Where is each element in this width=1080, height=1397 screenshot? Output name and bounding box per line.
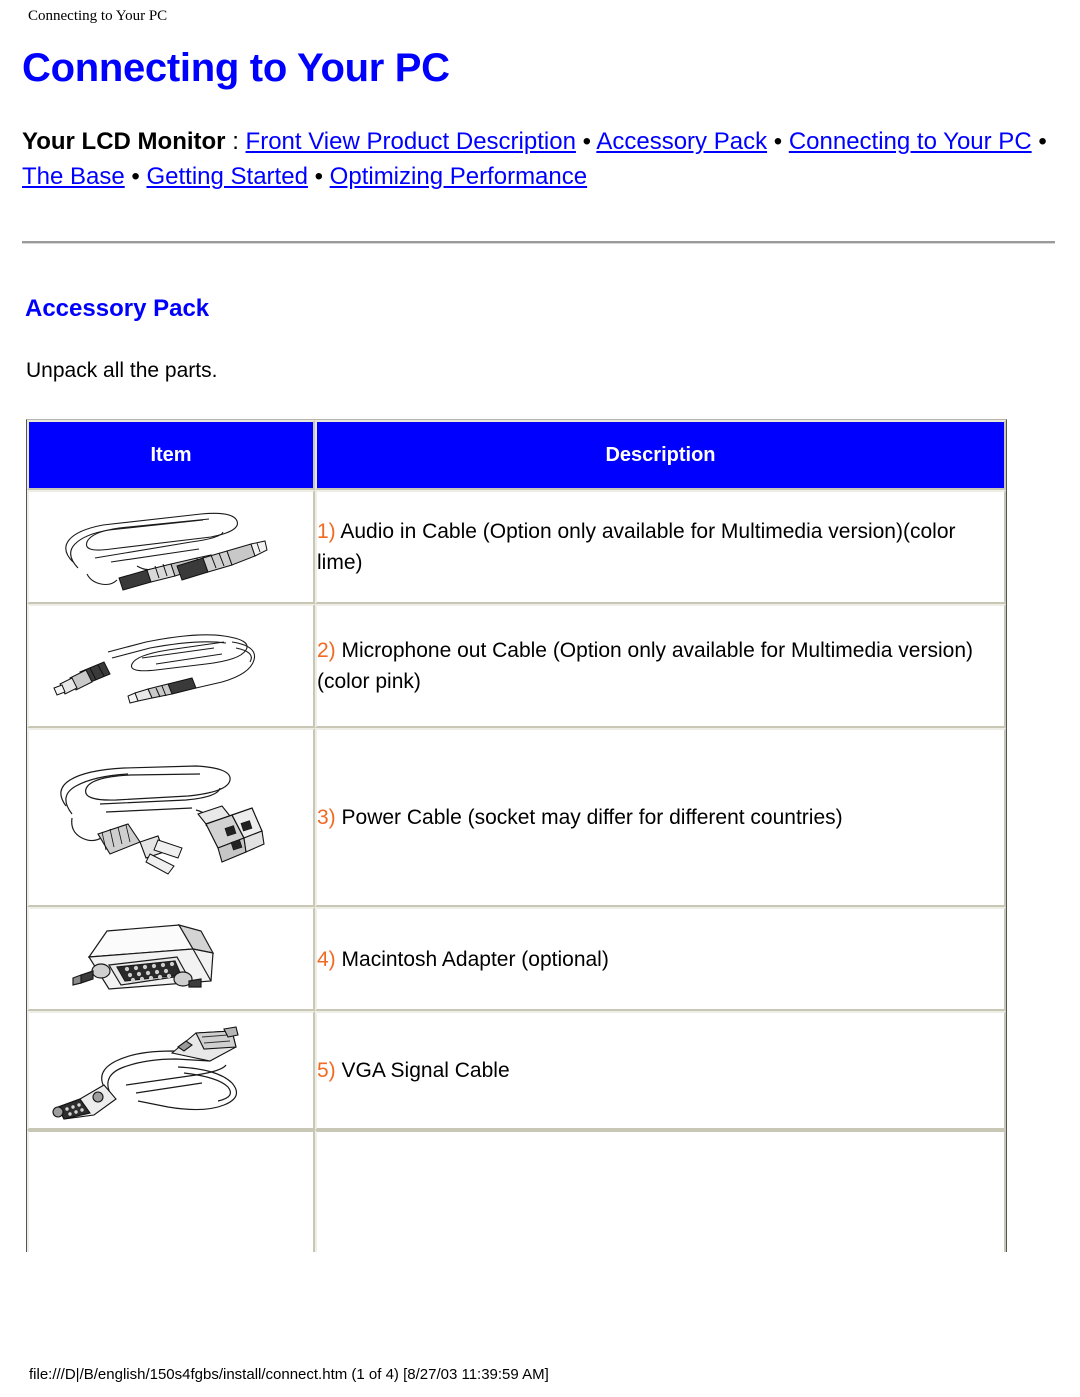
item-description-text: Microphone out Cable (Option only availa… [317, 639, 973, 693]
breadcrumb-link-optimizing-performance[interactable]: Optimizing Performance [330, 163, 587, 190]
table-row: 4) Macintosh Adapter (optional) [27, 907, 1006, 1011]
macintosh-adapter-image [72, 924, 215, 990]
item-description-cell: 3) Power Cable (socket may differ for di… [315, 728, 1006, 907]
table-header-item: Item [27, 420, 315, 490]
table-row: 2) Microphone out Cable (Option only ava… [27, 604, 1006, 728]
breadcrumb-separator: • [1031, 128, 1047, 155]
item-description-text: VGA Signal Cable [335, 1059, 510, 1082]
intro-text: Unpack all the parts. [26, 359, 218, 382]
item-number: 5) [317, 1059, 336, 1082]
item-description-cell: 5) VGA Signal Cable [315, 1011, 1006, 1130]
running-head: Connecting to Your PC [28, 8, 168, 24]
table-header-description: Description [315, 420, 1006, 490]
breadcrumb-separator: • [767, 128, 789, 155]
page-content: Connecting to Your PC Your LCD Monitor :… [22, 44, 1058, 194]
item-number: 1) [317, 520, 336, 543]
breadcrumb-separator: • [307, 163, 330, 190]
breadcrumb-link-getting-started[interactable]: Getting Started [146, 163, 307, 190]
vga-signal-cable-image [52, 1026, 239, 1120]
section-title: Accessory Pack [25, 295, 210, 322]
horizontal-divider [22, 241, 1055, 244]
table-row-truncated [27, 1130, 1006, 1252]
audio-in-cable-image [65, 512, 268, 591]
table-row: 1) Audio in Cable (Option only available… [27, 490, 1006, 604]
table-row: 5) VGA Signal Cable [27, 1011, 1006, 1130]
item-image-cell-empty [27, 1130, 315, 1252]
breadcrumb-label: Your LCD Monitor [22, 128, 226, 155]
item-description-text: Macintosh Adapter (optional) [335, 947, 609, 971]
power-cable-image [60, 765, 265, 875]
page-title: Connecting to Your PC [22, 46, 450, 90]
breadcrumb-separator: • [575, 128, 597, 155]
breadcrumb-separator: • [124, 163, 147, 190]
item-image-cell [27, 907, 315, 1011]
item-description-text: Audio in Cable (Option only available fo… [317, 520, 956, 574]
item-image-cell [27, 1011, 315, 1130]
item-image-cell [27, 604, 315, 728]
item-number: 2) [317, 639, 336, 662]
item-description-cell-empty [315, 1130, 1006, 1252]
breadcrumb-link-front-view[interactable]: Front View Product Description [246, 128, 576, 155]
footer-path: file:///D|/B/english/150s4fgbs/install/c… [29, 1366, 549, 1383]
breadcrumb-link-accessory-pack[interactable]: Accessory Pack [596, 128, 767, 155]
breadcrumb: Your LCD Monitor : Front View Product De… [22, 124, 1058, 194]
item-number: 3) [317, 806, 336, 829]
item-image-cell [27, 728, 315, 907]
table-row: 3) Power Cable (socket may differ for di… [27, 728, 1006, 907]
item-number: 4) [317, 947, 336, 971]
breadcrumb-colon: : [225, 128, 246, 155]
item-description-cell: 1) Audio in Cable (Option only available… [315, 490, 1006, 604]
item-description-cell: 2) Microphone out Cable (Option only ava… [315, 604, 1006, 728]
item-description-text: Power Cable (socket may differ for diffe… [335, 806, 843, 829]
microphone-out-cable-image [53, 634, 256, 704]
item-description-cell: 4) Macintosh Adapter (optional) [315, 907, 1006, 1011]
item-image-cell [27, 490, 315, 604]
table-header-row: Item Description [27, 420, 1006, 490]
breadcrumb-link-the-base[interactable]: The Base [22, 163, 125, 190]
breadcrumb-link-connecting-to-your-pc[interactable]: Connecting to Your PC [789, 128, 1032, 155]
accessory-pack-table: Item Description 1) Audio in Cable (Opti… [26, 419, 1007, 1252]
